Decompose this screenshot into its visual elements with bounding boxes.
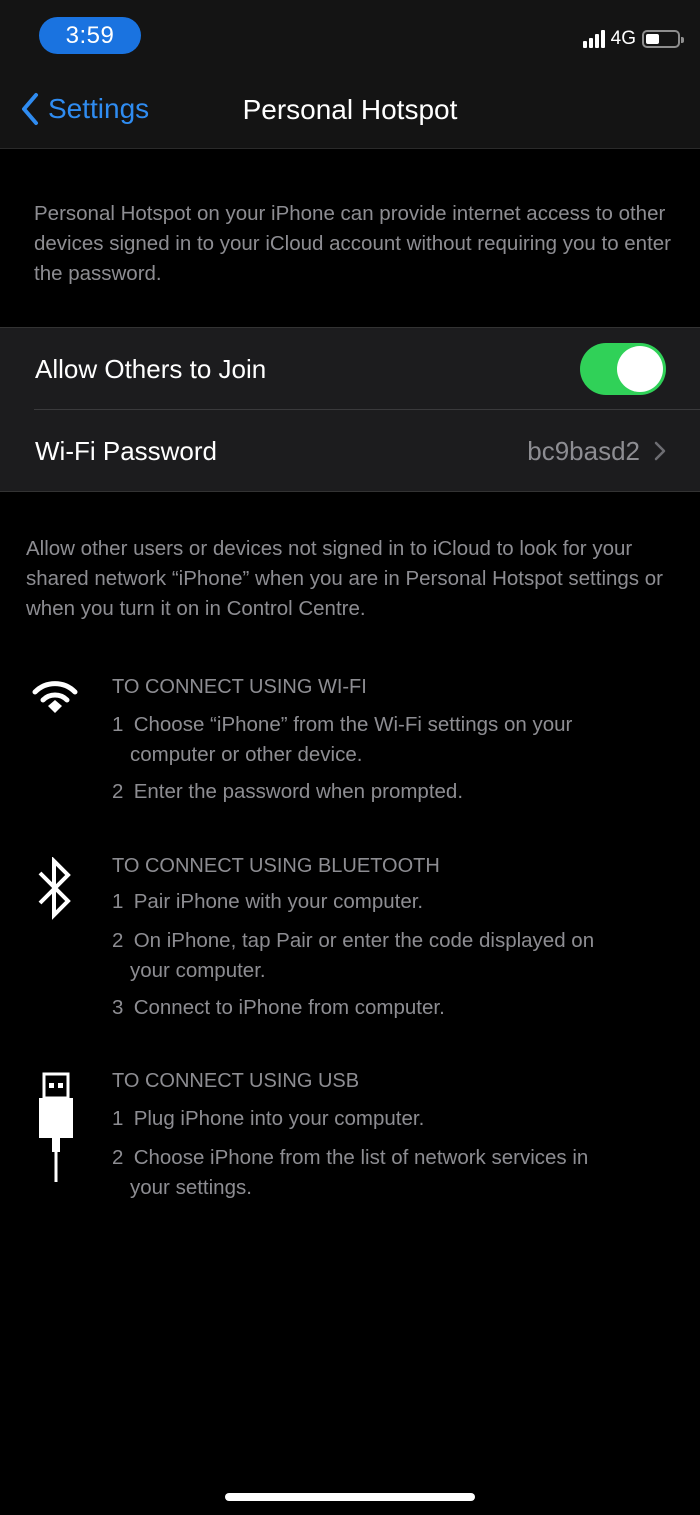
network-type: 4G: [610, 28, 636, 49]
allow-others-toggle[interactable]: [580, 343, 666, 395]
wifi-password-value: bc9basd2: [527, 435, 640, 466]
settings-group: Allow Others to Join Wi-Fi Password bc9b…: [0, 327, 700, 492]
wifi-icon: [32, 681, 78, 713]
battery-icon: [642, 30, 684, 48]
wifi-step: 1 Choose “iPhone” from the Wi-Fi setting…: [112, 713, 573, 766]
bluetooth-step: 1 Pair iPhone with your computer.: [112, 890, 424, 913]
wifi-password-cell[interactable]: Wi-Fi Password bc9basd2: [0, 410, 700, 492]
back-label: Settings: [48, 93, 150, 124]
chevron-left-icon: [22, 93, 38, 125]
usb-instructions-title: TO CONNECT USING USB: [112, 1070, 360, 1092]
bluetooth-instructions-title: TO CONNECT USING BLUETOOTH: [112, 855, 440, 877]
wifi-step: 2 Enter the password when prompted.: [112, 780, 464, 803]
status-indicators: 4G: [582, 28, 684, 50]
bluetooth-step: 3 Connect to iPhone from computer.: [112, 996, 445, 1019]
home-indicator[interactable]: [225, 1493, 475, 1501]
footer-description: Allow other users or devices not signed …: [26, 537, 663, 620]
usb-step: 1 Plug iPhone into your computer.: [112, 1107, 425, 1130]
back-button[interactable]: Settings: [20, 92, 149, 126]
wifi-password-label: Wi-Fi Password: [35, 435, 218, 466]
chevron-right-icon: [654, 441, 666, 461]
bluetooth-step: 2 On iPhone, tap Pair or enter the code …: [112, 929, 595, 982]
usb-step: 2 Choose iPhone from the list of network…: [112, 1146, 589, 1199]
allow-others-cell: Allow Others to Join: [0, 328, 700, 410]
navigation-bar: Settings Personal Hotspot: [0, 70, 700, 149]
allow-others-label: Allow Others to Join: [35, 353, 267, 384]
wifi-instructions-title: TO CONNECT USING WI-FI: [112, 676, 367, 698]
status-time[interactable]: 3:59: [39, 17, 141, 54]
usb-icon: [39, 1072, 73, 1182]
bluetooth-icon: [38, 857, 71, 920]
cellular-signal-icon: [582, 30, 605, 48]
status-bar: 3:59 4G: [0, 0, 700, 70]
header-description: Personal Hotspot on your iPhone can prov…: [34, 202, 672, 285]
